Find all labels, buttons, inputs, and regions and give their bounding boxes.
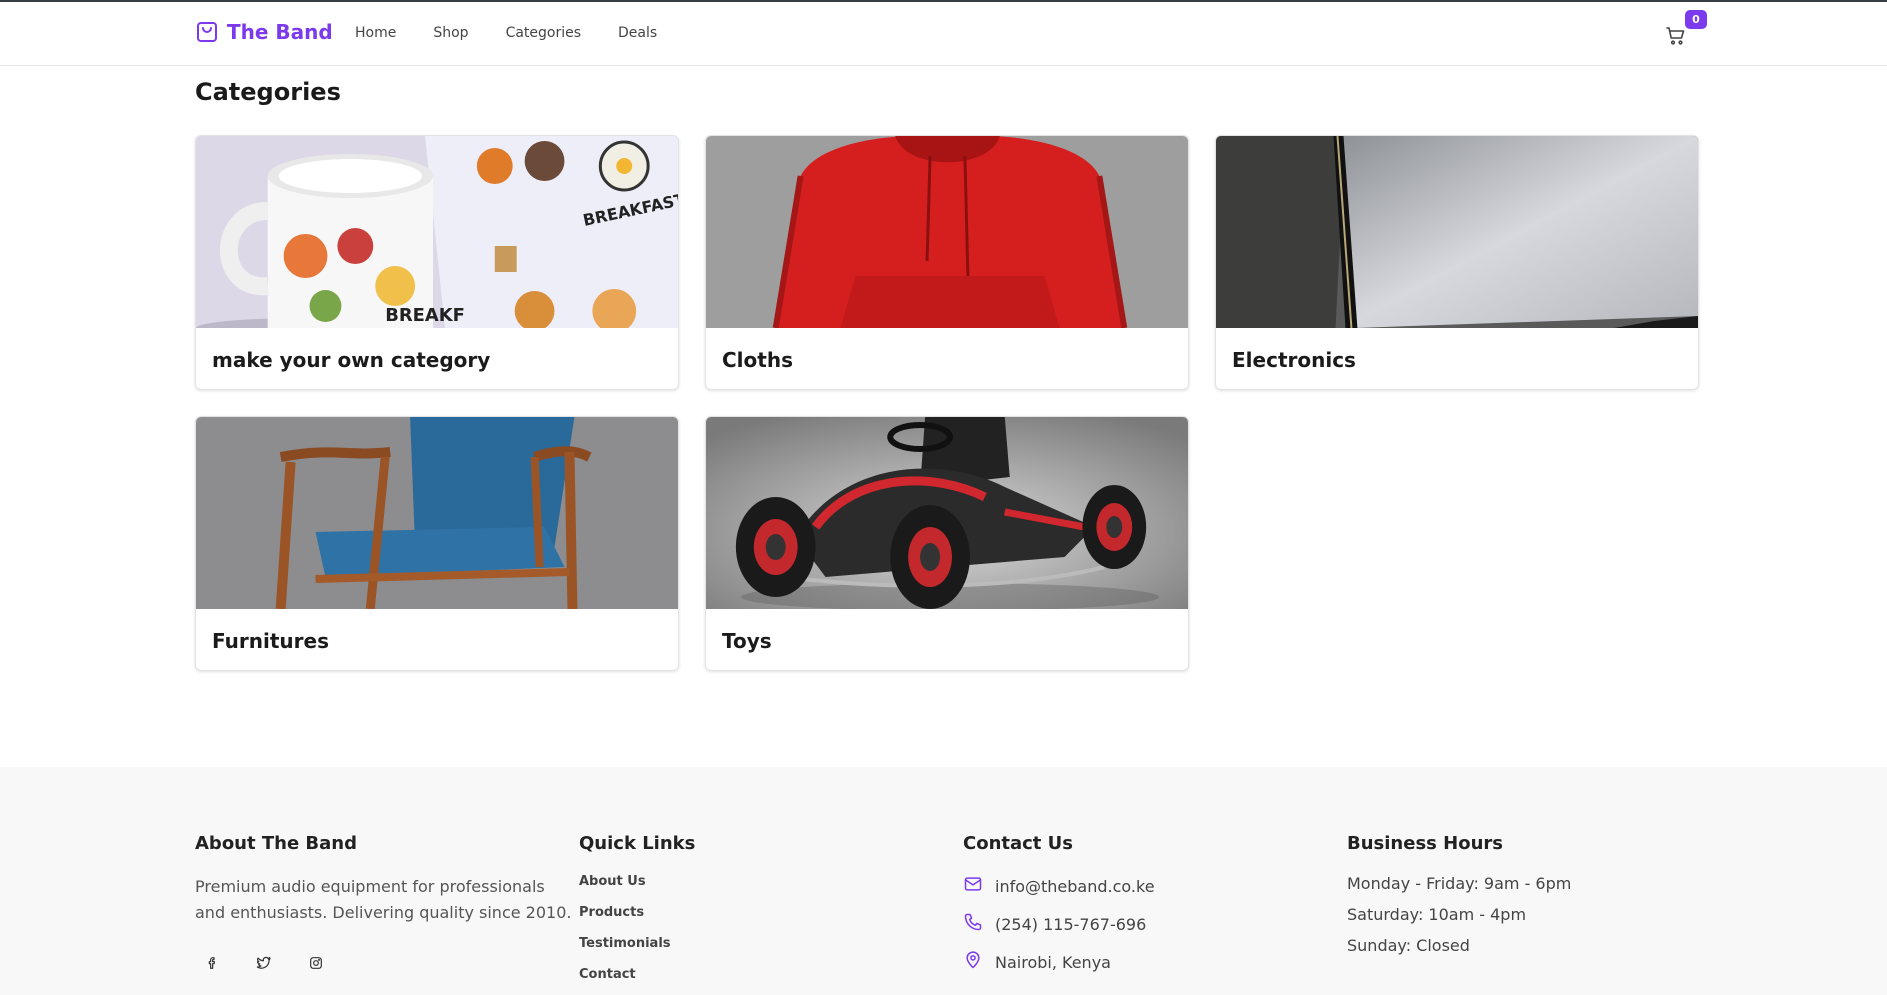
nav-shop[interactable]: Shop [433, 25, 468, 41]
twitter-icon[interactable] [247, 946, 281, 980]
nav-categories[interactable]: Categories [506, 25, 581, 41]
brand-name: The Band [227, 20, 333, 44]
monitor-photo [1216, 136, 1698, 328]
hours-sunday: Sunday: Closed [1347, 936, 1470, 955]
footer-contact: Contact Us info@theband.co.ke (254) 115-… [963, 833, 1155, 988]
main-nav: Home Shop Categories Deals [355, 25, 657, 41]
footer-about: About The Band Premium audio equipment f… [195, 833, 575, 980]
category-name: Toys [722, 629, 772, 653]
nav-deals[interactable]: Deals [618, 25, 657, 41]
footer-contact-heading: Contact Us [963, 833, 1074, 854]
footer-links-heading: Quick Links [579, 833, 696, 854]
map-pin-icon [963, 950, 983, 974]
category-card[interactable]: Furnitures [195, 416, 679, 671]
red-hoodie-photo [706, 136, 1188, 328]
cart-icon[interactable] [1664, 24, 1688, 48]
category-card[interactable]: Electronics [1215, 135, 1699, 390]
svg-text:BREAKF: BREAKF [385, 305, 465, 326]
brand-logo-link[interactable]: The Band [195, 20, 333, 44]
category-card[interactable]: Cloths [705, 135, 1189, 390]
footer-link-products[interactable]: Products [579, 905, 695, 920]
category-name: make your own category [212, 348, 491, 372]
footer-link-about[interactable]: About Us [579, 874, 695, 889]
footer-about-text: Premium audio equipment for professional… [195, 877, 572, 922]
category-card[interactable]: Toys [705, 416, 1189, 671]
cart-count-badge: 0 [1685, 10, 1707, 29]
site-footer: About The Band Premium audio equipment f… [0, 767, 1887, 995]
footer-hours-heading: Business Hours [1347, 833, 1503, 854]
social-links [195, 946, 575, 980]
hours-weekdays: Monday - Friday: 9am - 6pm [1347, 874, 1572, 893]
contact-phone[interactable]: (254) 115-767-696 [995, 915, 1146, 934]
category-grid: BREAKFAST BREAKF make your own category [195, 135, 1700, 671]
category-name: Cloths [722, 348, 793, 372]
contact-email-row: info@theband.co.ke [963, 874, 1155, 898]
go-kart-photo [706, 417, 1188, 609]
instagram-icon[interactable] [299, 946, 333, 980]
page-title: Categories [195, 78, 341, 106]
shopping-bag-icon [195, 20, 219, 44]
footer-link-testimonials[interactable]: Testimonials [579, 936, 695, 951]
category-name: Furnitures [212, 629, 329, 653]
armchair-photo [196, 417, 678, 609]
contact-location-row: Nairobi, Kenya [963, 950, 1155, 974]
category-card[interactable]: BREAKFAST BREAKF make your own category [195, 135, 679, 390]
site-header: The Band Home Shop Categories Deals 0 [0, 2, 1887, 66]
footer-quick-links: Quick Links About Us Products Testimonia… [579, 833, 695, 995]
phone-icon [963, 912, 983, 936]
contact-location: Nairobi, Kenya [995, 952, 1111, 972]
mail-icon [963, 874, 983, 898]
contact-phone-row: (254) 115-767-696 [963, 912, 1155, 936]
nav-home[interactable]: Home [355, 25, 396, 41]
mug-photo: BREAKFAST BREAKF [196, 136, 678, 328]
category-name: Electronics [1232, 348, 1356, 372]
facebook-icon[interactable] [195, 946, 229, 980]
footer-hours: Business Hours Monday - Friday: 9am - 6p… [1347, 833, 1571, 967]
footer-link-contact[interactable]: Contact [579, 967, 695, 982]
contact-email[interactable]: info@theband.co.ke [995, 877, 1155, 896]
hours-saturday: Saturday: 10am - 4pm [1347, 905, 1527, 924]
footer-about-heading: About The Band [195, 833, 357, 854]
